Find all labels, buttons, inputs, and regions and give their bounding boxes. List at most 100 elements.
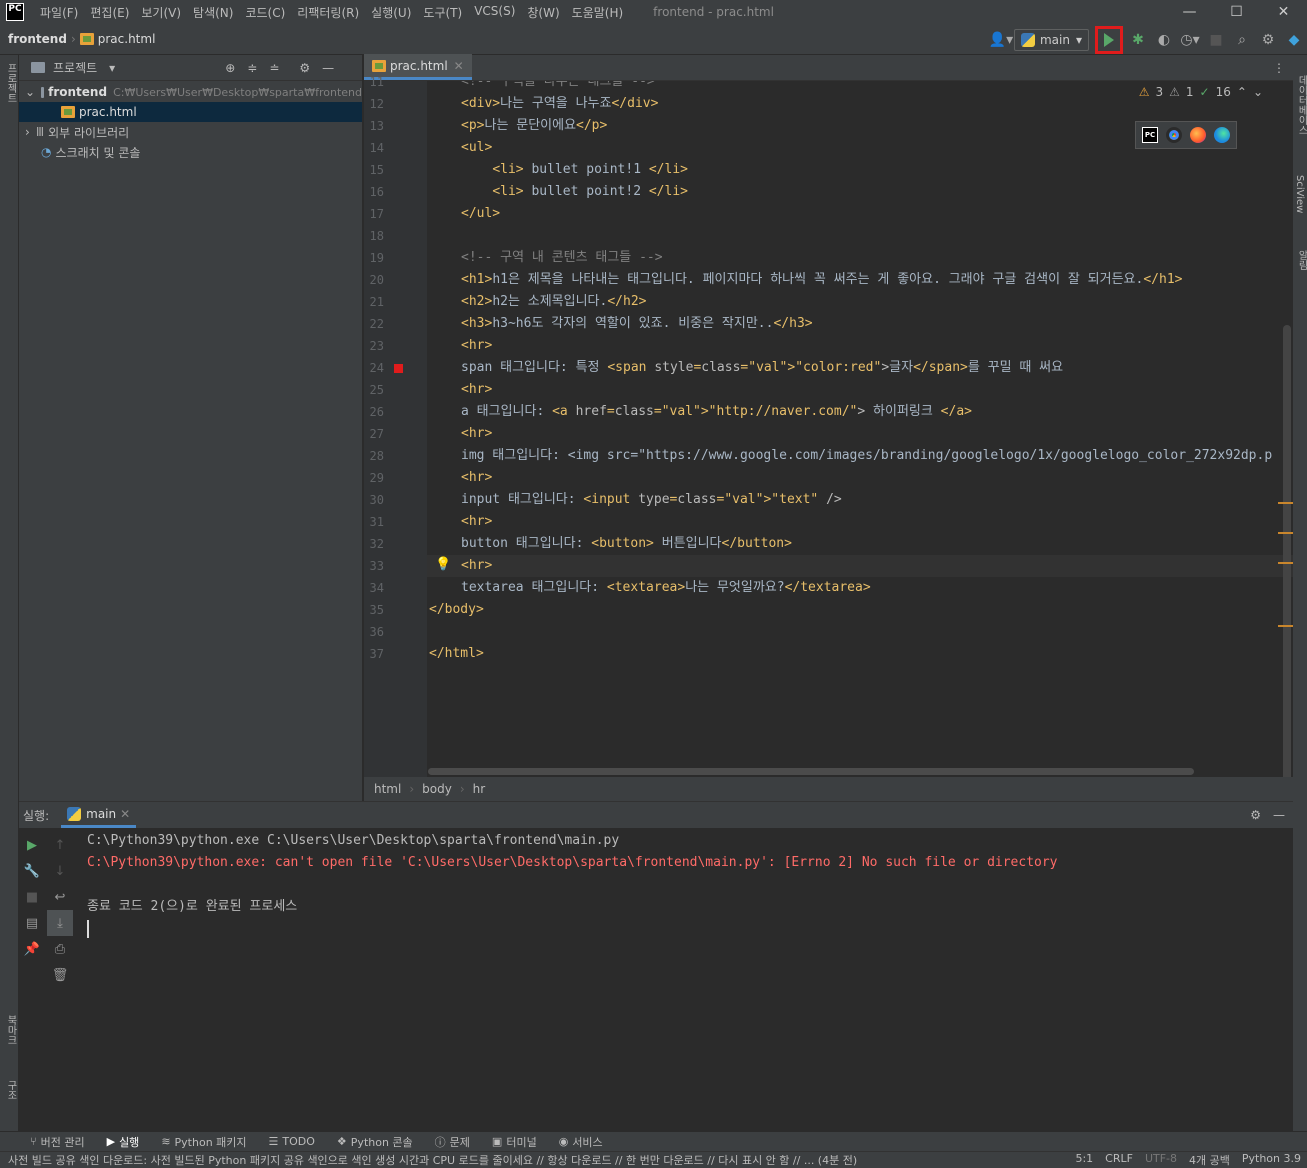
console-output[interactable]: C:\Python39\python.exe C:\Users\User\Des…: [87, 830, 1058, 938]
run-tab-main[interactable]: main ✕: [61, 802, 137, 828]
close-window-button[interactable]: ✕: [1260, 0, 1307, 24]
settings-icon[interactable]: ⚙: [1255, 28, 1281, 52]
chrome-icon[interactable]: [1166, 127, 1182, 143]
run-config-select[interactable]: main ▾: [1013, 28, 1089, 51]
menu-edit[interactable]: 편집(E): [90, 4, 129, 21]
warning-marker[interactable]: [1278, 532, 1293, 534]
nav-project[interactable]: frontend: [8, 32, 67, 46]
tool-problems[interactable]: ⓘ 문제: [435, 1134, 470, 1150]
project-panel-title[interactable]: 프로젝트: [53, 59, 97, 76]
hide-run-panel-icon[interactable]: —: [1273, 808, 1285, 822]
code-line[interactable]: <hr>: [427, 555, 1293, 577]
wrench-icon[interactable]: 🔧: [19, 858, 45, 884]
code-line[interactable]: <!-- 구역 내 콘텐츠 태그들 -->: [461, 247, 663, 269]
line-separator[interactable]: CRLF: [1105, 1152, 1133, 1168]
code-area[interactable]: <!-- 구역을 나누는 태그들 --> <div>나는 구역을 나누죠</div…: [427, 81, 1293, 777]
code-line[interactable]: img 태그입니다: <img src="https://www.google.…: [461, 445, 1272, 467]
crumb-hr[interactable]: hr: [473, 782, 486, 796]
code-line[interactable]: <hr>: [461, 335, 492, 357]
code-line[interactable]: <div>나는 구역을 나누죠</div>: [461, 93, 658, 115]
maximize-button[interactable]: ☐: [1213, 0, 1260, 24]
tool-services[interactable]: ◉ 서비스: [559, 1134, 603, 1150]
code-line[interactable]: <!-- 구역을 나누는 태그들 -->: [461, 81, 655, 93]
code-line[interactable]: input 태그입니다: <input type=class="val">"te…: [461, 489, 842, 511]
firefox-icon[interactable]: [1190, 127, 1206, 143]
code-line[interactable]: <li> bullet point!2 </li>: [461, 181, 688, 203]
soft-wrap-icon[interactable]: ↩: [47, 884, 73, 910]
debug-icon[interactable]: ✱: [1125, 28, 1151, 52]
file-encoding[interactable]: UTF-8: [1145, 1152, 1177, 1168]
menu-tools[interactable]: 도구(T): [423, 4, 462, 21]
interpreter[interactable]: Python 3.9: [1242, 1152, 1301, 1168]
scroll-to-end-icon[interactable]: ⤓: [47, 910, 73, 936]
breakpoint-icon[interactable]: [394, 364, 403, 373]
tool-terminal[interactable]: ▣ 터미널: [492, 1134, 537, 1150]
bookmarks-tool-tab[interactable]: 북마크: [3, 1015, 18, 1045]
print-icon[interactable]: ⎙: [47, 936, 73, 962]
rerun-icon[interactable]: ▶: [19, 832, 45, 858]
sciview-tool-tab[interactable]: SciView: [1294, 175, 1305, 213]
notifications-tool-tab[interactable]: 알림: [1294, 250, 1307, 270]
horizontal-scrollbar[interactable]: [428, 768, 1194, 775]
status-message[interactable]: 사전 빌드 공유 색인 다운로드: 사전 빌드된 Python 패키지 공유 색…: [8, 1152, 1038, 1168]
run-button[interactable]: [1095, 25, 1123, 54]
inspection-widget[interactable]: ⚠ 3 ⚠ 1 ✓ 16 ⌃ ⌄: [1139, 85, 1263, 99]
minimize-button[interactable]: —: [1166, 0, 1213, 24]
hide-panel-icon[interactable]: —: [322, 61, 334, 75]
tree-item-prac-html[interactable]: prac.html: [19, 102, 362, 122]
menu-view[interactable]: 보기(V): [141, 4, 181, 21]
tool-python-packages[interactable]: ≋ Python 패키지: [161, 1134, 246, 1150]
code-line[interactable]: button 태그입니다: <button> 버튼입니다</button>: [461, 533, 792, 555]
tree-root[interactable]: ⌄ frontend C:₩Users₩User₩Desktop₩sparta₩…: [19, 82, 362, 102]
down-arrow-icon[interactable]: ↓: [47, 858, 73, 884]
vertical-scrollbar[interactable]: [1283, 325, 1291, 821]
jetbrains-icon[interactable]: ◆: [1281, 28, 1307, 52]
tree-external-libraries[interactable]: › Ⅲ 외부 라이브러리: [19, 122, 362, 142]
lightbulb-icon[interactable]: 💡: [435, 557, 451, 572]
menu-help[interactable]: 도움말(H): [572, 4, 624, 21]
tool-version-control[interactable]: ⑂ 버전 관리: [30, 1134, 85, 1150]
indent-setting[interactable]: 4개 공백: [1189, 1152, 1230, 1168]
trash-icon[interactable]: 🗑: [47, 962, 73, 988]
menu-run[interactable]: 실행(U): [371, 4, 411, 21]
tool-todo[interactable]: ☰ TODO: [269, 1135, 315, 1148]
code-line[interactable]: </html>: [429, 643, 484, 665]
crumb-body[interactable]: body: [422, 782, 452, 796]
warning-marker[interactable]: [1278, 562, 1293, 564]
tool-python-console[interactable]: ❖ Python 콘솔: [337, 1134, 413, 1150]
menu-window[interactable]: 창(W): [527, 4, 559, 21]
crumb-html[interactable]: html: [374, 782, 401, 796]
menu-vcs[interactable]: VCS(S): [474, 4, 515, 21]
run-settings-icon[interactable]: ⚙: [1250, 808, 1261, 822]
structure-tool-tab[interactable]: 구조: [3, 1080, 18, 1100]
code-line[interactable]: <ul>: [461, 137, 492, 159]
caret-position[interactable]: 5:1: [1075, 1152, 1093, 1168]
code-line[interactable]: a 태그입니다: <a href=class="val">"http://nav…: [461, 401, 972, 423]
code-line[interactable]: textarea 태그입니다: <textarea>나는 무엇일까요?</tex…: [461, 577, 871, 599]
stop-icon[interactable]: ■: [1203, 28, 1229, 52]
close-tab-icon[interactable]: ✕: [454, 59, 464, 73]
next-problem-icon[interactable]: ⌄: [1253, 85, 1263, 99]
code-line[interactable]: <hr>: [461, 423, 492, 445]
layout-icon[interactable]: ▤: [19, 910, 45, 936]
warning-marker[interactable]: [1278, 502, 1293, 504]
user-icon[interactable]: 👤▾: [988, 28, 1014, 52]
code-line[interactable]: <h2>h2는 소제목입니다.</h2>: [461, 291, 646, 313]
tree-scratches[interactable]: ◔ 스크래치 및 콘솔: [19, 142, 362, 162]
code-line[interactable]: </body>: [429, 599, 484, 621]
more-tabs-icon[interactable]: ⋮: [1273, 61, 1285, 75]
prev-problem-icon[interactable]: ⌃: [1237, 85, 1247, 99]
stop-icon[interactable]: ■: [19, 884, 45, 910]
pycharm-browser-icon[interactable]: PC: [1142, 127, 1158, 143]
menu-file[interactable]: 파일(F): [40, 4, 78, 21]
code-line[interactable]: <li> bullet point!1 </li>: [461, 159, 688, 181]
coverage-icon[interactable]: ◐: [1151, 28, 1177, 52]
code-line[interactable]: <hr>: [461, 467, 492, 489]
panel-settings-icon[interactable]: ⚙: [299, 61, 310, 75]
code-line[interactable]: span 태그입니다: 특정 <span style=class="val">"…: [461, 357, 1063, 379]
edge-icon[interactable]: [1214, 127, 1230, 143]
locate-icon[interactable]: ⊕: [225, 61, 235, 75]
database-tool-tab[interactable]: 데이터베이스: [1294, 75, 1307, 135]
collapse-all-icon[interactable]: ≐: [269, 61, 279, 75]
expand-all-icon[interactable]: ≑: [247, 61, 257, 75]
